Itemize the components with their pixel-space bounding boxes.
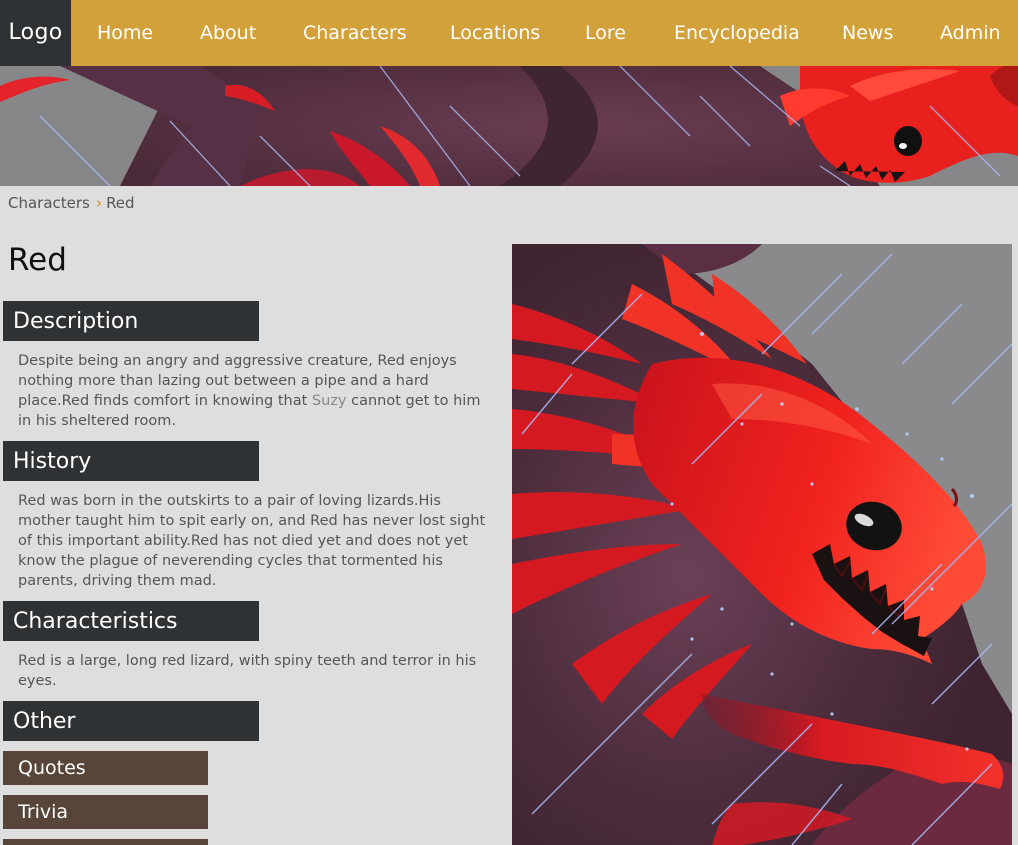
breadcrumb-characters-link[interactable]: Characters xyxy=(8,194,90,212)
characteristics-heading: Characteristics xyxy=(3,601,259,641)
suzy-link[interactable]: Suzy xyxy=(312,393,347,409)
description-text: Despite being an angry and aggressive cr… xyxy=(18,351,496,431)
more-button[interactable] xyxy=(3,839,208,845)
nav-home[interactable]: Home xyxy=(97,0,153,66)
history-text: Red was born in the outskirts to a pair … xyxy=(18,493,486,589)
trivia-button[interactable]: Trivia xyxy=(3,795,208,829)
breadcrumb: Characters › Red xyxy=(8,192,135,214)
other-heading: Other xyxy=(3,701,259,741)
nav-encyclopedia[interactable]: Encyclopedia xyxy=(674,0,800,66)
nav-news[interactable]: News xyxy=(842,0,893,66)
characteristics-text: Red is a large, long red lizard, with sp… xyxy=(18,653,477,689)
description-heading: Description xyxy=(3,301,259,341)
nav-locations[interactable]: Locations xyxy=(450,0,540,66)
breadcrumb-current: Red xyxy=(106,194,135,212)
page-title: Red xyxy=(8,242,67,278)
history-heading: History xyxy=(3,441,259,481)
nav-characters[interactable]: Characters xyxy=(303,0,407,66)
top-nav: Logo Home About Characters Locations Lor… xyxy=(0,0,1018,66)
logo[interactable]: Logo xyxy=(0,0,71,66)
header-banner-image xyxy=(0,66,1018,186)
nav-about[interactable]: About xyxy=(200,0,256,66)
character-portrait-image xyxy=(512,244,1012,845)
chevron-right-icon: › xyxy=(95,194,103,212)
nav-lore[interactable]: Lore xyxy=(585,0,626,66)
quotes-button[interactable]: Quotes xyxy=(3,751,208,785)
nav-admin[interactable]: Admin xyxy=(940,0,1001,66)
